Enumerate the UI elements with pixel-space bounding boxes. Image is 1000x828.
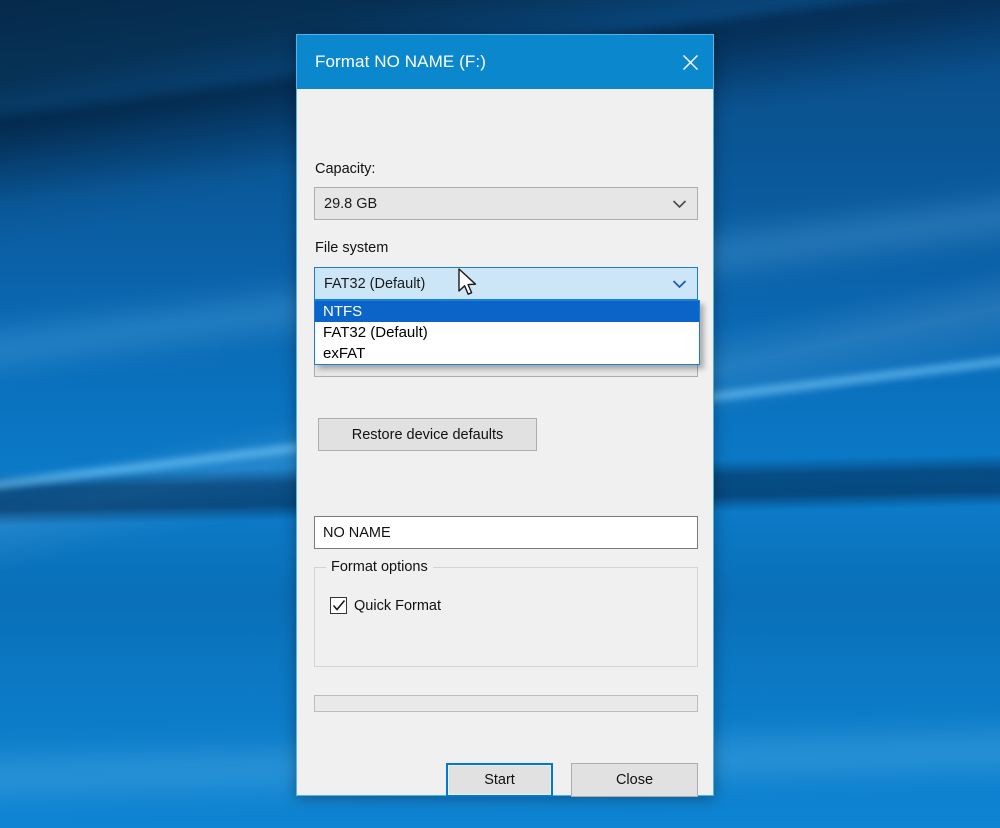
start-button-label: Start <box>484 772 515 788</box>
dropdown-option-fat32[interactable]: FAT32 (Default) <box>315 322 699 343</box>
format-options-legend: Format options <box>326 559 433 575</box>
volume-label-value: NO NAME <box>323 524 391 541</box>
capacity-combobox[interactable]: 29.8 GB <box>314 187 698 220</box>
close-icon <box>682 54 699 71</box>
dialog-title: Format NO NAME (F:) <box>315 52 486 71</box>
chevron-down-icon <box>672 279 687 289</box>
chevron-down-icon <box>672 199 687 209</box>
quick-format-label: Quick Format <box>354 597 442 614</box>
start-button[interactable]: Start <box>446 763 553 797</box>
format-dialog: Format NO NAME (F:) Capacity: 29.8 GB Fi… <box>296 34 714 797</box>
quick-format-checkbox-row[interactable]: Quick Format <box>330 597 441 614</box>
file-system-combobox[interactable]: FAT32 (Default) <box>314 267 698 300</box>
file-system-value: FAT32 (Default) <box>324 275 426 292</box>
restore-device-defaults-button[interactable]: Restore device defaults <box>318 418 537 451</box>
dropdown-option-ntfs[interactable]: NTFS <box>315 301 699 322</box>
close-button[interactable] <box>667 35 713 89</box>
quick-format-checkbox[interactable] <box>330 597 347 614</box>
capacity-label: Capacity: <box>315 161 376 177</box>
volume-label-input[interactable]: NO NAME <box>314 516 698 549</box>
close-button-label: Close <box>615 772 654 788</box>
capacity-value: 29.8 GB <box>324 195 378 212</box>
format-options-group: Format options <box>314 559 698 667</box>
file-system-label: File system <box>315 240 389 256</box>
close-dialog-button[interactable]: Close <box>571 763 698 797</box>
file-system-dropdown-list[interactable]: NTFS FAT32 (Default) exFAT <box>314 300 700 365</box>
restore-device-defaults-label: Restore device defaults <box>351 426 504 443</box>
dropdown-option-exfat[interactable]: exFAT <box>315 343 699 364</box>
dialog-body: Capacity: 29.8 GB File system FAT32 (Def… <box>297 89 713 797</box>
format-progress-bar <box>314 695 698 712</box>
dialog-titlebar: Format NO NAME (F:) <box>297 35 713 89</box>
